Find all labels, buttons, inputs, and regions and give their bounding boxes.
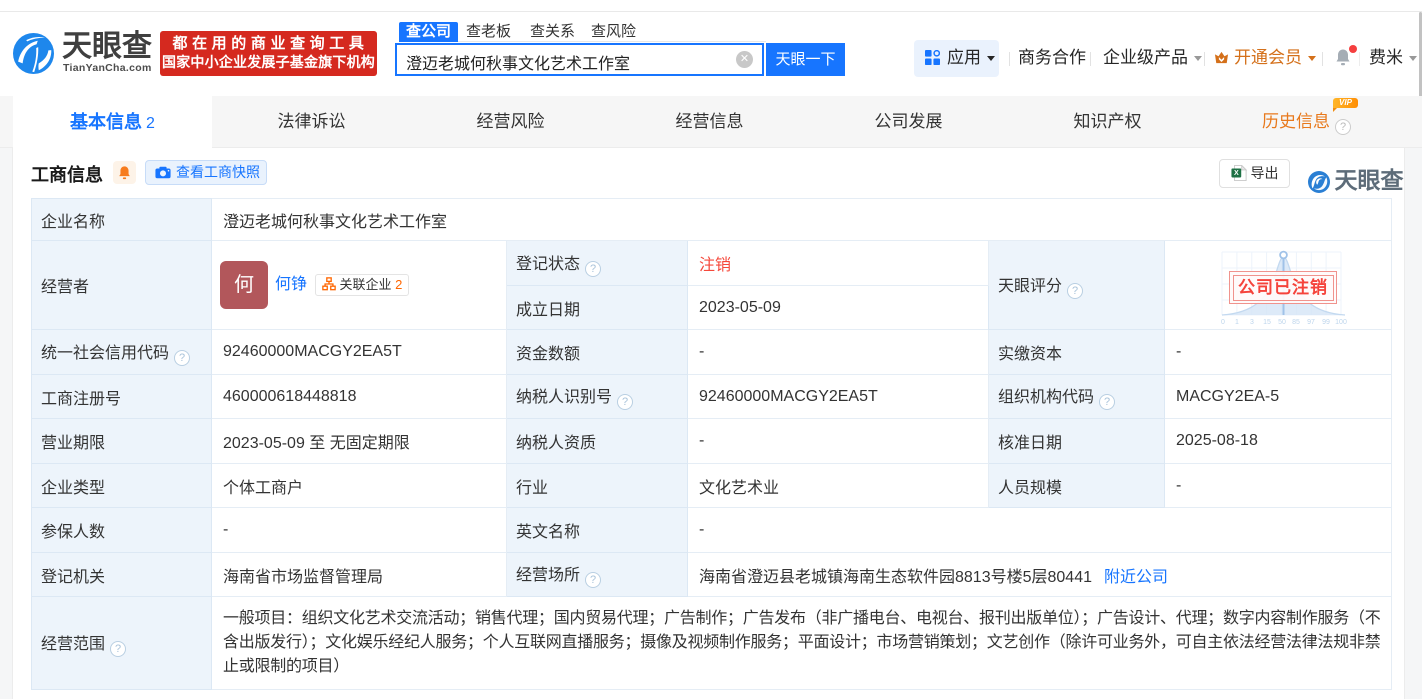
svg-text:0: 0 — [1221, 319, 1225, 326]
svg-text:X: X — [1233, 169, 1238, 177]
svg-text:99: 99 — [1322, 319, 1330, 326]
svg-text:97: 97 — [1307, 319, 1315, 326]
svg-text:50: 50 — [1278, 319, 1286, 326]
svg-text:3: 3 — [1250, 319, 1254, 326]
svg-text:1: 1 — [1235, 319, 1239, 326]
svg-text:85: 85 — [1292, 319, 1300, 326]
svg-text:100: 100 — [1335, 319, 1347, 326]
svg-text:15: 15 — [1263, 319, 1271, 326]
